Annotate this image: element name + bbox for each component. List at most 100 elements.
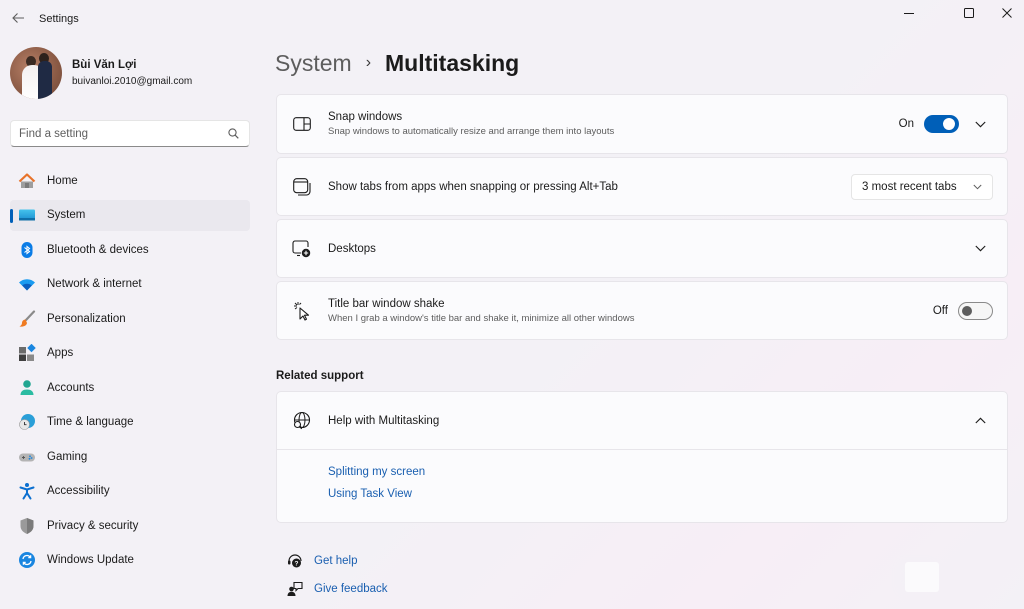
help-card: Help with Multitasking Splitting my scre…: [276, 391, 1008, 523]
desktop-add-icon: [291, 238, 313, 260]
apps-icon: [18, 344, 36, 362]
sidebar-item-accessibility[interactable]: Accessibility: [10, 476, 250, 507]
sidebar-item-time-language[interactable]: Time & language: [10, 407, 250, 438]
profile-email: buivanloi.2010@gmail.com: [72, 76, 193, 87]
chevron-down-icon: [974, 121, 986, 127]
snap-windows-title: Snap windows: [328, 111, 403, 123]
faded-tooltip: [905, 562, 939, 592]
sidebar-item-label: Windows Update: [47, 554, 134, 566]
wifi-icon: [18, 275, 36, 293]
home-icon: [18, 172, 36, 190]
window-shake-toggle[interactable]: [958, 301, 993, 320]
minimize-button[interactable]: [886, 0, 932, 26]
snap-windows-toggle[interactable]: [924, 115, 959, 133]
sidebar-item-label: Personalization: [47, 312, 126, 325]
brush-icon: [18, 309, 36, 328]
sidebar-item-bluetooth[interactable]: Bluetooth & devices: [10, 234, 250, 265]
desktops-expand-button[interactable]: [965, 234, 995, 264]
title-bar: Settings: [0, 0, 1024, 38]
sidebar-item-label: Privacy & security: [47, 519, 139, 532]
time-language-icon: [18, 413, 36, 431]
related-support-heading: Related support: [276, 370, 364, 382]
sidebar-item-privacy[interactable]: Privacy & security: [10, 510, 250, 541]
sidebar-nav: Home System Bluetooth & devices Network …: [10, 165, 250, 579]
sidebar-item-apps[interactable]: Apps: [10, 338, 250, 369]
desktops-card[interactable]: Desktops: [276, 219, 1008, 278]
sidebar-item-label: Apps: [47, 347, 74, 359]
sidebar-item-windows-update[interactable]: Windows Update: [10, 545, 250, 576]
chevron-down-icon: [974, 245, 986, 252]
profile-name: Bùi Văn Lợi: [72, 59, 137, 71]
sidebar-item-label: Accessibility: [47, 485, 110, 497]
help-title: Help with Multitasking: [328, 414, 440, 427]
search-icon[interactable]: [221, 122, 245, 146]
system-icon: [18, 206, 36, 224]
chevron-down-icon: [973, 184, 982, 189]
sidebar-item-accounts[interactable]: Accounts: [10, 372, 250, 403]
get-help-link[interactable]: ? Get help: [276, 552, 357, 570]
arrow-left-icon: [12, 13, 24, 23]
help-collapse-button[interactable]: [965, 406, 995, 436]
show-tabs-dropdown[interactable]: 3 most recent tabs: [851, 173, 993, 200]
give-feedback-label: Give feedback: [314, 583, 388, 595]
sidebar-item-label: Bluetooth & devices: [47, 243, 149, 256]
window-shake-description: When I grab a window's title bar and sha…: [328, 312, 635, 324]
sidebar-item-personalization[interactable]: Personalization: [10, 303, 250, 334]
shake-state-label: Off: [932, 304, 948, 317]
breadcrumb-parent[interactable]: System: [275, 50, 352, 77]
feedback-icon: [286, 580, 304, 598]
search-box: [10, 120, 250, 147]
maximize-icon: [964, 8, 974, 18]
cursor-shake-icon: [291, 300, 313, 322]
globe-search-icon: [291, 410, 313, 432]
gamepad-icon: [18, 448, 36, 466]
give-feedback-link[interactable]: Give feedback: [276, 580, 388, 598]
window-shake-card: Title bar window shake When I grab a win…: [276, 281, 1008, 340]
close-button[interactable]: [984, 0, 1024, 26]
sidebar-item-label: Gaming: [47, 450, 88, 463]
sidebar-item-gaming[interactable]: Gaming: [10, 441, 250, 472]
account-icon: [18, 379, 36, 397]
snap-windows-description: Snap windows to automatically resize and…: [328, 126, 615, 137]
link-splitting-screen[interactable]: Splitting my screen: [328, 466, 1007, 478]
snap-layout-icon: [291, 113, 313, 135]
svg-text:?: ?: [295, 561, 299, 568]
sidebar-item-label: Home: [47, 174, 78, 187]
page-title: Multitasking: [385, 49, 520, 76]
back-button[interactable]: [6, 6, 30, 30]
update-icon: [18, 551, 36, 569]
minimize-icon: [904, 13, 914, 14]
help-links: Splitting my screen Using Task View: [277, 450, 1007, 500]
get-help-icon: ?: [286, 552, 304, 570]
help-header[interactable]: Help with Multitasking: [277, 392, 1007, 450]
snap-state-label: On: [898, 118, 914, 130]
tabs-icon: [291, 176, 313, 198]
breadcrumb-separator: ›: [365, 54, 372, 71]
accessibility-icon: [18, 482, 36, 500]
user-profile[interactable]: Bùi Văn Lợi buivanloi.2010@gmail.com: [10, 47, 192, 99]
desktops-title: Desktops: [328, 242, 376, 255]
window-shake-title: Title bar window shake: [328, 297, 445, 310]
show-tabs-title: Show tabs from apps when snapping or pre…: [328, 180, 618, 193]
chevron-up-icon: [974, 417, 986, 424]
sidebar-item-network[interactable]: Network & internet: [10, 269, 250, 300]
avatar: [10, 47, 62, 99]
shield-icon: [18, 517, 36, 535]
sidebar-item-home[interactable]: Home: [10, 165, 250, 196]
breadcrumb: System › Multitasking: [275, 47, 519, 79]
sidebar-item-label: Time & language: [47, 416, 134, 428]
close-icon: [1002, 8, 1012, 18]
sidebar-item-label: Network & internet: [47, 278, 142, 290]
link-task-view[interactable]: Using Task View: [328, 488, 1007, 500]
sidebar-item-label: System: [47, 209, 86, 221]
snap-windows-card[interactable]: Snap windows Snap windows to automatical…: [276, 94, 1008, 154]
show-tabs-card: Show tabs from apps when snapping or pre…: [276, 157, 1008, 216]
snap-expand-button[interactable]: [965, 109, 995, 139]
get-help-label: Get help: [314, 555, 358, 567]
bluetooth-icon: [18, 241, 36, 259]
sidebar-item-label: Accounts: [47, 381, 95, 394]
app-title: Settings: [39, 13, 79, 25]
sidebar-item-system[interactable]: System: [10, 199, 250, 231]
search-input[interactable]: [19, 127, 221, 140]
dropdown-selected-value: 3 most recent tabs: [862, 180, 957, 193]
